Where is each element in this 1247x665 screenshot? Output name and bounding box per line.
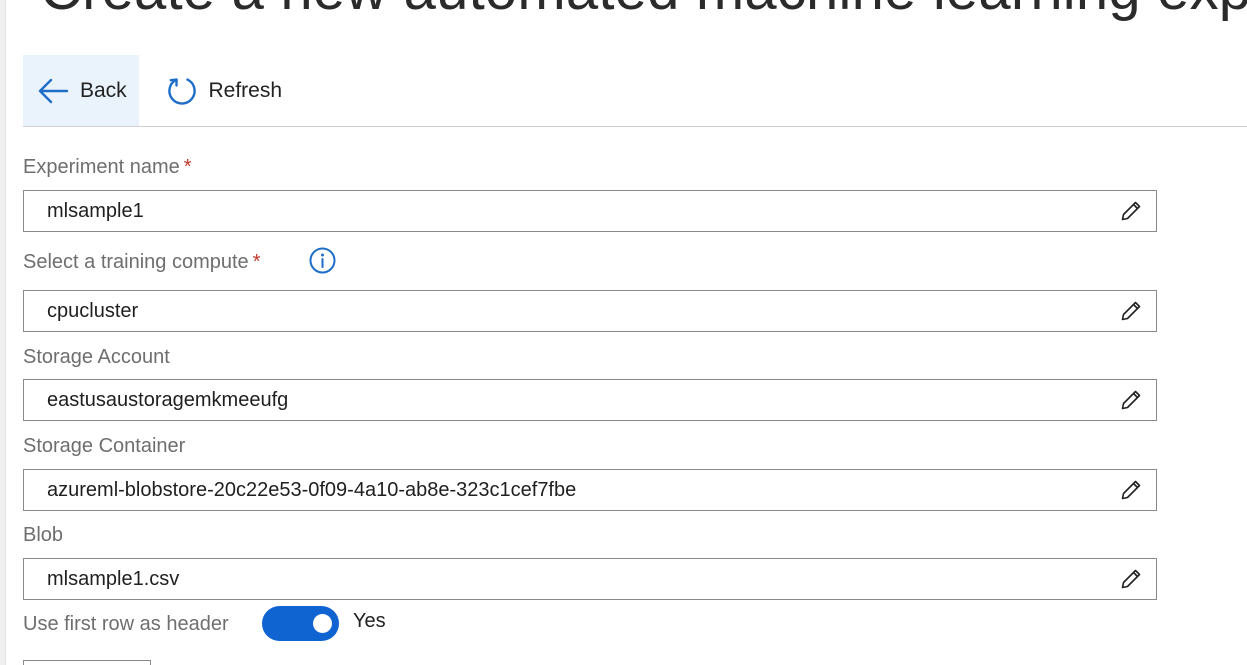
- partially-visible-button[interactable]: [23, 660, 151, 665]
- required-marker: *: [252, 251, 261, 273]
- info-icon[interactable]: [309, 247, 336, 274]
- arrow-left-icon: [36, 74, 70, 108]
- pencil-icon[interactable]: [1120, 389, 1142, 411]
- toggle-knob: [313, 614, 332, 633]
- refresh-icon: [165, 74, 198, 108]
- training-compute-value: cpucluster: [47, 300, 139, 322]
- back-button[interactable]: Back: [23, 55, 139, 126]
- pencil-icon[interactable]: [1120, 200, 1142, 222]
- left-edge-divider: [0, 0, 6, 665]
- experiment-name-label-text: Experiment name: [23, 156, 180, 178]
- experiment-name-field[interactable]: mlsample1: [23, 190, 1157, 232]
- required-marker: *: [183, 156, 192, 178]
- training-compute-label: Select a training compute *: [23, 251, 260, 274]
- page-title: Create a new automated machine learning …: [40, 0, 1247, 23]
- experiment-name-label: Experiment name *: [23, 156, 192, 179]
- storage-container-field[interactable]: azureml-blobstore-20c22e53-0f09-4a10-ab8…: [23, 469, 1157, 511]
- storage-account-label: Storage Account: [23, 346, 170, 368]
- experiment-name-value: mlsample1: [47, 200, 144, 222]
- storage-account-field[interactable]: eastusaustoragemkmeeufg: [23, 379, 1157, 421]
- pencil-icon[interactable]: [1120, 300, 1142, 322]
- page: Create a new automated machine learning …: [0, 0, 1247, 665]
- training-compute-label-text: Select a training compute: [23, 251, 249, 273]
- blob-value: mlsample1.csv: [47, 568, 180, 590]
- refresh-button-label: Refresh: [208, 78, 282, 102]
- header-toggle-state: Yes: [353, 610, 386, 632]
- storage-container-value: azureml-blobstore-20c22e53-0f09-4a10-ab8…: [47, 479, 577, 501]
- storage-container-label: Storage Container: [23, 435, 186, 457]
- pencil-icon[interactable]: [1120, 568, 1142, 590]
- header-toggle[interactable]: [262, 606, 339, 641]
- back-button-label: Back: [80, 78, 127, 102]
- blob-label: Blob: [23, 524, 64, 546]
- pencil-icon[interactable]: [1120, 479, 1142, 501]
- header-toggle-label: Use first row as header: [23, 613, 229, 635]
- blob-field[interactable]: mlsample1.csv: [23, 558, 1157, 600]
- toolbar: Back Refresh: [23, 55, 1247, 127]
- storage-account-value: eastusaustoragemkmeeufg: [47, 389, 289, 411]
- refresh-button[interactable]: Refresh: [152, 55, 282, 126]
- training-compute-field[interactable]: cpucluster: [23, 290, 1157, 332]
